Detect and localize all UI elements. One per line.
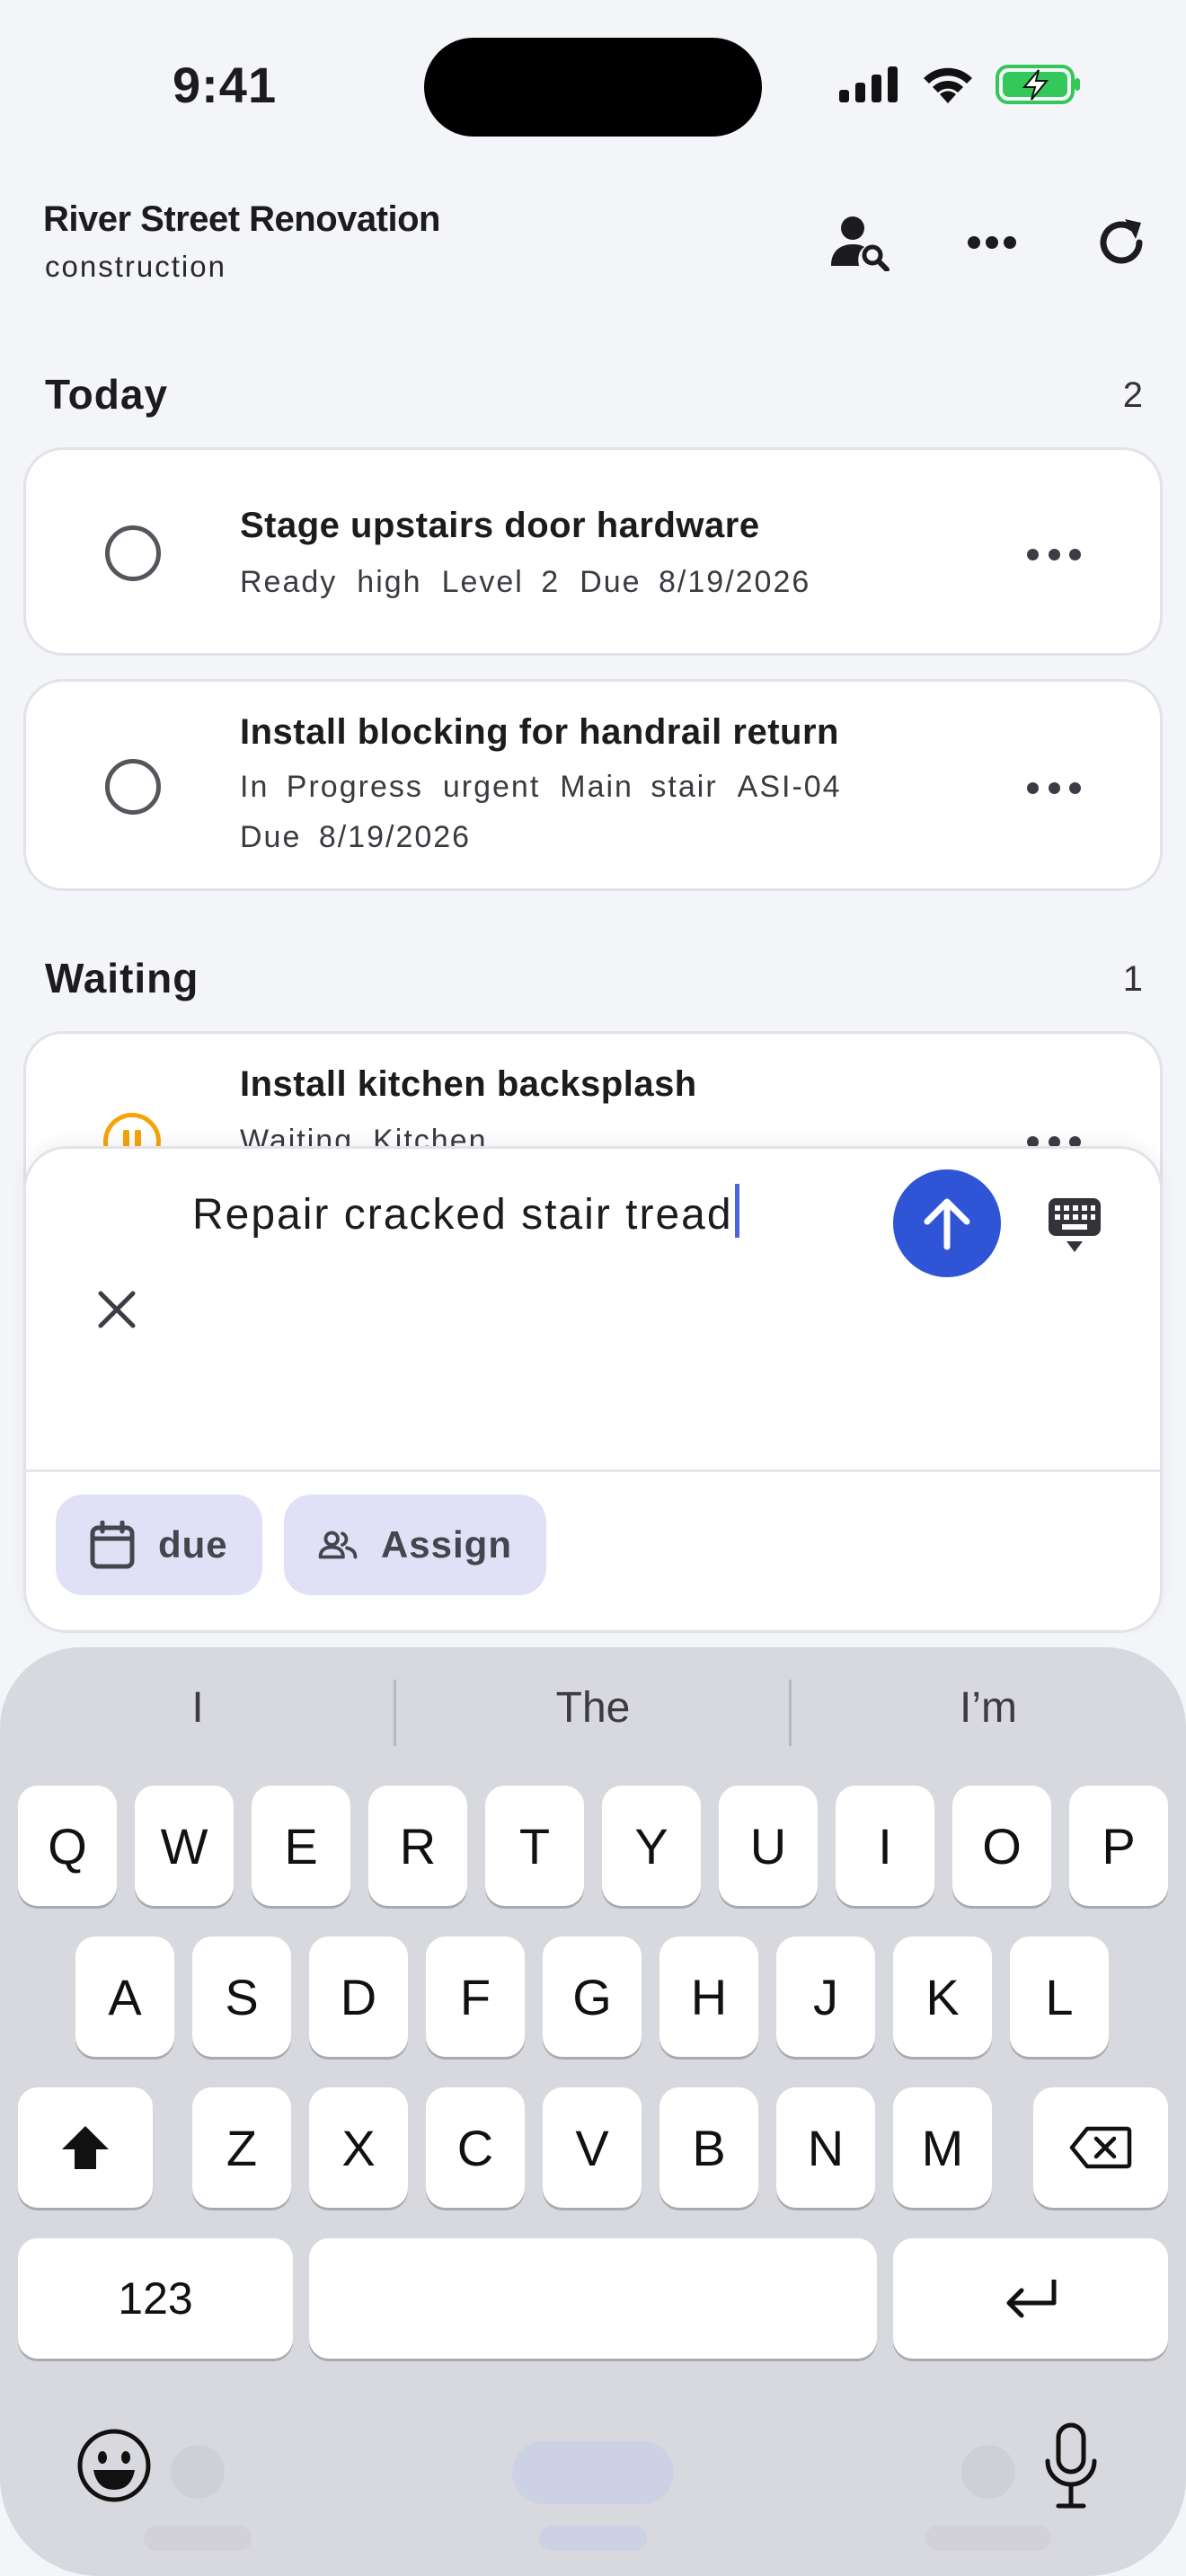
- key-w[interactable]: W: [135, 1786, 234, 1906]
- key-y[interactable]: Y: [602, 1786, 701, 1906]
- key-f[interactable]: F: [426, 1936, 525, 2057]
- task-more-button[interactable]: [1027, 779, 1081, 797]
- key-q[interactable]: Q: [18, 1786, 117, 1906]
- text-caret: [734, 1184, 739, 1238]
- task-due: Due 8/19/2026: [240, 820, 472, 854]
- return-icon: [1006, 2280, 1057, 2318]
- due-chip-label: due: [158, 1523, 228, 1566]
- dismiss-keyboard-button[interactable]: [1042, 1193, 1107, 1257]
- complete-checkbox[interactable]: [105, 759, 161, 815]
- key-i[interactable]: I: [836, 1786, 934, 1906]
- task-meta: In Progress urgent Main stair ASI-04: [240, 770, 862, 805]
- key-x[interactable]: X: [309, 2087, 408, 2208]
- microphone-icon: [1045, 2422, 1097, 2509]
- key-e[interactable]: E: [252, 1786, 350, 1906]
- key-h[interactable]: H: [659, 1936, 758, 2057]
- task-title: Stage upstairs door hardware: [240, 506, 760, 545]
- arrow-up-icon: [924, 1198, 970, 1250]
- key-r[interactable]: R: [368, 1786, 467, 1906]
- cancel-composer-button[interactable]: [90, 1283, 144, 1337]
- status-icons: [837, 63, 1082, 106]
- emoji-button[interactable]: [75, 2427, 153, 2504]
- backspace-icon: [1069, 2126, 1132, 2169]
- task-reference: ASI-04: [737, 770, 842, 804]
- assign-chip[interactable]: Assign: [284, 1495, 546, 1595]
- shift-icon: [62, 2126, 109, 2169]
- task-status: In Progress: [240, 770, 423, 804]
- return-key[interactable]: [893, 2238, 1168, 2359]
- refresh-icon: [1100, 219, 1143, 264]
- key-k[interactable]: K: [893, 1936, 992, 2057]
- task-title-input-value: Repair cracked stair tread: [192, 1191, 733, 1239]
- task-due: Due 8/19/2026: [580, 565, 811, 599]
- key-n[interactable]: N: [776, 2087, 875, 2208]
- dictation-button[interactable]: [1042, 2422, 1100, 2511]
- key-z[interactable]: Z: [192, 2087, 291, 2208]
- task-location: Level 2: [441, 565, 561, 599]
- key-v[interactable]: V: [543, 2087, 642, 2208]
- section-title-waiting: Waiting: [45, 955, 199, 1001]
- section-title-today: Today: [45, 371, 169, 418]
- key-p[interactable]: P: [1069, 1786, 1168, 1906]
- composer-divider: [25, 1469, 1161, 1472]
- people-icon: [318, 1531, 358, 1559]
- submit-task-button[interactable]: [893, 1169, 1001, 1277]
- task-location: Main stair: [560, 770, 718, 804]
- key-g[interactable]: G: [543, 1936, 642, 2057]
- key-u[interactable]: U: [719, 1786, 818, 1906]
- space-key[interactable]: [309, 2238, 877, 2359]
- more-horizontal-icon: [968, 236, 1016, 249]
- key-a[interactable]: A: [75, 1936, 174, 2057]
- complete-checkbox[interactable]: [105, 525, 161, 581]
- suggestion-1[interactable]: I: [0, 1683, 395, 1733]
- numbers-key[interactable]: 123: [18, 2238, 293, 2359]
- section-count-waiting: 1: [1122, 959, 1143, 999]
- task-meta: Ready high Level 2 Due 8/19/2026: [240, 565, 830, 600]
- key-s[interactable]: S: [192, 1936, 291, 2057]
- more-options-button[interactable]: [956, 207, 1028, 278]
- key-l[interactable]: L: [1010, 1936, 1109, 2057]
- suggestion-2[interactable]: The: [395, 1683, 791, 1733]
- assignee-search-button[interactable]: [825, 207, 897, 278]
- suggestion-3[interactable]: I’m: [791, 1683, 1186, 1733]
- task-status: Ready: [240, 565, 338, 599]
- project-title: River Street Renovation: [43, 199, 440, 239]
- refresh-button[interactable]: [1085, 207, 1157, 278]
- key-c[interactable]: C: [426, 2087, 525, 2208]
- task-priority: high: [357, 565, 422, 599]
- battery-charging-icon: [996, 65, 1080, 104]
- task-title: Install blocking for handrail return: [240, 712, 839, 752]
- wifi-icon: [924, 67, 972, 103]
- key-o[interactable]: O: [952, 1786, 1051, 1906]
- status-time: 9:41: [173, 57, 278, 113]
- task-card[interactable]: Install blocking for handrail return In …: [23, 679, 1163, 891]
- key-b[interactable]: B: [659, 2087, 758, 2208]
- key-j[interactable]: J: [776, 1936, 875, 2057]
- emoji-icon: [77, 2429, 151, 2502]
- task-title-input[interactable]: Repair cracked stair tread: [192, 1184, 739, 1239]
- task-card[interactable]: Stage upstairs door hardware Ready high Le…: [23, 447, 1163, 656]
- key-t[interactable]: T: [485, 1786, 584, 1906]
- person-search-icon: [831, 216, 890, 271]
- task-priority: urgent: [442, 770, 541, 804]
- shift-key[interactable]: [18, 2087, 153, 2208]
- blurred-tab-bar: [0, 2416, 1186, 2576]
- task-more-button[interactable]: [1027, 545, 1081, 563]
- assign-chip-label: Assign: [380, 1523, 512, 1566]
- project-subtitle: construction: [45, 250, 226, 283]
- keyboard-hide-icon: [1049, 1198, 1101, 1252]
- section-count-today: 2: [1122, 375, 1143, 415]
- cellular-signal-icon: [839, 66, 898, 102]
- delete-key[interactable]: [1033, 2087, 1168, 2208]
- key-d[interactable]: D: [309, 1936, 408, 2057]
- key-m[interactable]: M: [893, 2087, 992, 2208]
- due-date-chip[interactable]: due: [56, 1495, 262, 1595]
- dynamic-island: [424, 38, 762, 137]
- task-title: Install kitchen backsplash: [240, 1064, 697, 1104]
- calendar-icon: [90, 1521, 135, 1569]
- close-icon: [98, 1291, 136, 1328]
